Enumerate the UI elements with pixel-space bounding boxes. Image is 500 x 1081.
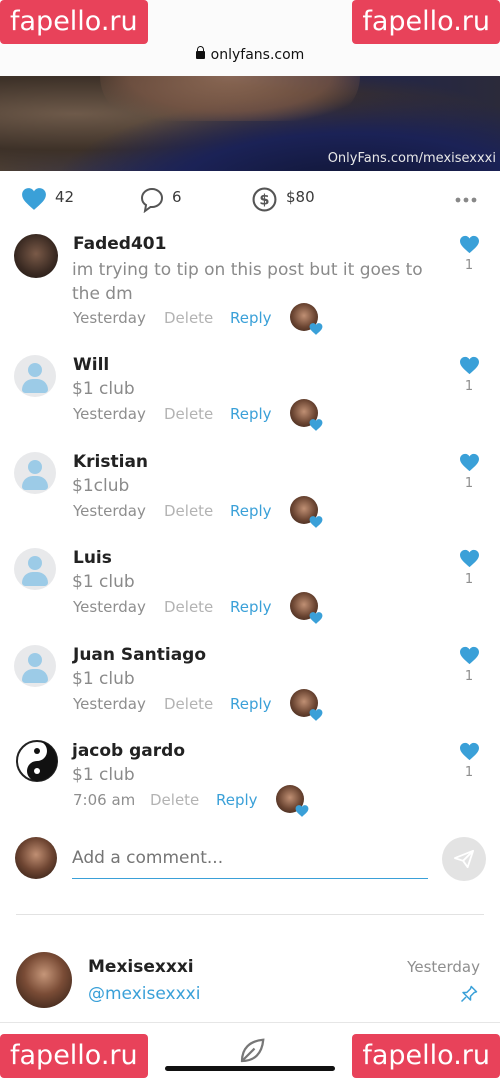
comment-item: Kristian $1club Yesterday Delete Reply 1 xyxy=(0,450,500,540)
delete-button[interactable]: Delete xyxy=(150,791,199,809)
current-user-avatar xyxy=(15,837,57,879)
reply-button[interactable]: Reply xyxy=(230,695,272,713)
liked-heart-icon xyxy=(309,612,323,624)
default-avatar-icon[interactable] xyxy=(14,452,56,494)
watermark-badge-bottom-left: fapello.ru xyxy=(0,1034,148,1078)
heart-icon[interactable] xyxy=(21,187,47,211)
default-avatar-icon[interactable] xyxy=(14,645,56,687)
more-options-icon[interactable] xyxy=(455,197,477,203)
delete-button[interactable]: Delete xyxy=(164,502,213,520)
dollar-icon[interactable]: $ xyxy=(252,187,277,212)
comment-text: $1 club xyxy=(72,572,135,592)
send-button[interactable] xyxy=(442,837,486,881)
comment-text: $1 club xyxy=(72,669,135,689)
reply-button[interactable]: Reply xyxy=(216,791,258,809)
comment-item: Juan Santiago $1 club Yesterday Delete R… xyxy=(0,643,500,733)
watermark-badge-bottom-right: fapello.ru xyxy=(352,1034,500,1078)
comment-time: Yesterday xyxy=(73,695,146,713)
browser-url[interactable]: onlyfans.com xyxy=(0,46,500,63)
comment-text: im trying to tip on this post but it goe… xyxy=(72,260,423,304)
delete-button[interactable]: Delete xyxy=(164,309,213,327)
add-comment-input[interactable] xyxy=(72,838,428,879)
send-icon xyxy=(453,849,474,869)
profile-handle[interactable]: @mexisexxxi xyxy=(88,984,200,1004)
commenter-name[interactable]: Kristian xyxy=(73,452,148,472)
comment-time: Yesterday xyxy=(73,598,146,616)
likes-count: 42 xyxy=(55,188,75,206)
comment-text: $1club xyxy=(72,476,130,496)
comments-count: 6 xyxy=(172,188,182,206)
comment-like-count: 1 xyxy=(464,258,474,273)
default-avatar-icon[interactable] xyxy=(14,355,56,397)
watermark-badge-top-left: fapello.ru xyxy=(0,0,148,44)
default-avatar-icon[interactable] xyxy=(14,548,56,590)
comment-like-count: 1 xyxy=(464,765,474,780)
comment-time: Yesterday xyxy=(73,502,146,520)
liked-heart-icon xyxy=(309,419,323,431)
comment-text: $1 club xyxy=(72,765,135,785)
comment-like-count: 1 xyxy=(464,379,474,394)
comment-text: $1 club xyxy=(72,379,135,399)
yin-yang-avatar-icon[interactable] xyxy=(15,739,59,783)
post-image-watermark: OnlyFans.com/mexisexxxi xyxy=(327,151,496,166)
comment-icon[interactable] xyxy=(140,187,164,213)
profile-avatar[interactable] xyxy=(16,952,72,1008)
comment-item: Luis $1 club Yesterday Delete Reply 1 xyxy=(0,546,500,636)
comment-time: Yesterday xyxy=(73,309,146,327)
home-indicator xyxy=(165,1066,335,1071)
commenter-name[interactable]: Luis xyxy=(73,548,112,568)
commenter-name[interactable]: jacob gardo xyxy=(72,741,185,761)
section-divider xyxy=(16,914,484,915)
comment-like-count: 1 xyxy=(464,476,474,491)
comment-like-heart-icon[interactable] xyxy=(459,356,480,375)
commenter-name[interactable]: Juan Santiago xyxy=(73,645,206,665)
comment-like-heart-icon[interactable] xyxy=(459,235,480,254)
url-text: onlyfans.com xyxy=(210,47,305,63)
post-image-detail xyxy=(100,76,360,121)
svg-text:$: $ xyxy=(259,192,269,209)
comment-item: Will $1 club Yesterday Delete Reply 1 xyxy=(0,353,500,443)
feed-leaf-icon[interactable] xyxy=(237,1036,267,1066)
comment-like-count: 1 xyxy=(464,572,474,587)
comment-like-heart-icon[interactable] xyxy=(459,646,480,665)
comment-time: Yesterday xyxy=(73,405,146,423)
comment-like-count: 1 xyxy=(464,669,474,684)
comment-like-heart-icon[interactable] xyxy=(459,549,480,568)
liked-heart-icon xyxy=(309,323,323,335)
reply-button[interactable]: Reply xyxy=(230,405,272,423)
lock-icon xyxy=(195,46,205,59)
delete-button[interactable]: Delete xyxy=(164,405,213,423)
comment-item: jacob gardo $1 club 7:06 am Delete Reply… xyxy=(0,739,500,829)
reply-button[interactable]: Reply xyxy=(230,502,272,520)
commenter-avatar[interactable] xyxy=(14,234,58,278)
tips-amount: $80 xyxy=(286,188,315,206)
commenter-name[interactable]: Will xyxy=(73,355,109,375)
reply-button[interactable]: Reply xyxy=(230,309,272,327)
liked-heart-icon xyxy=(295,805,309,817)
comment-like-heart-icon[interactable] xyxy=(459,453,480,472)
liked-heart-icon xyxy=(309,709,323,721)
reply-button[interactable]: Reply xyxy=(230,598,272,616)
liked-heart-icon xyxy=(309,516,323,528)
comment-item: Faded401 im trying to tip on this post b… xyxy=(0,232,500,342)
comment-like-heart-icon[interactable] xyxy=(459,742,480,761)
profile-name[interactable]: Mexisexxxi xyxy=(88,957,194,977)
delete-button[interactable]: Delete xyxy=(164,598,213,616)
delete-button[interactable]: Delete xyxy=(164,695,213,713)
pin-icon[interactable] xyxy=(460,985,478,1003)
commenter-name[interactable]: Faded401 xyxy=(73,234,166,254)
comment-time: 7:06 am xyxy=(73,791,136,809)
watermark-badge-top-right: fapello.ru xyxy=(352,0,500,44)
profile-post-time: Yesterday xyxy=(407,958,480,976)
